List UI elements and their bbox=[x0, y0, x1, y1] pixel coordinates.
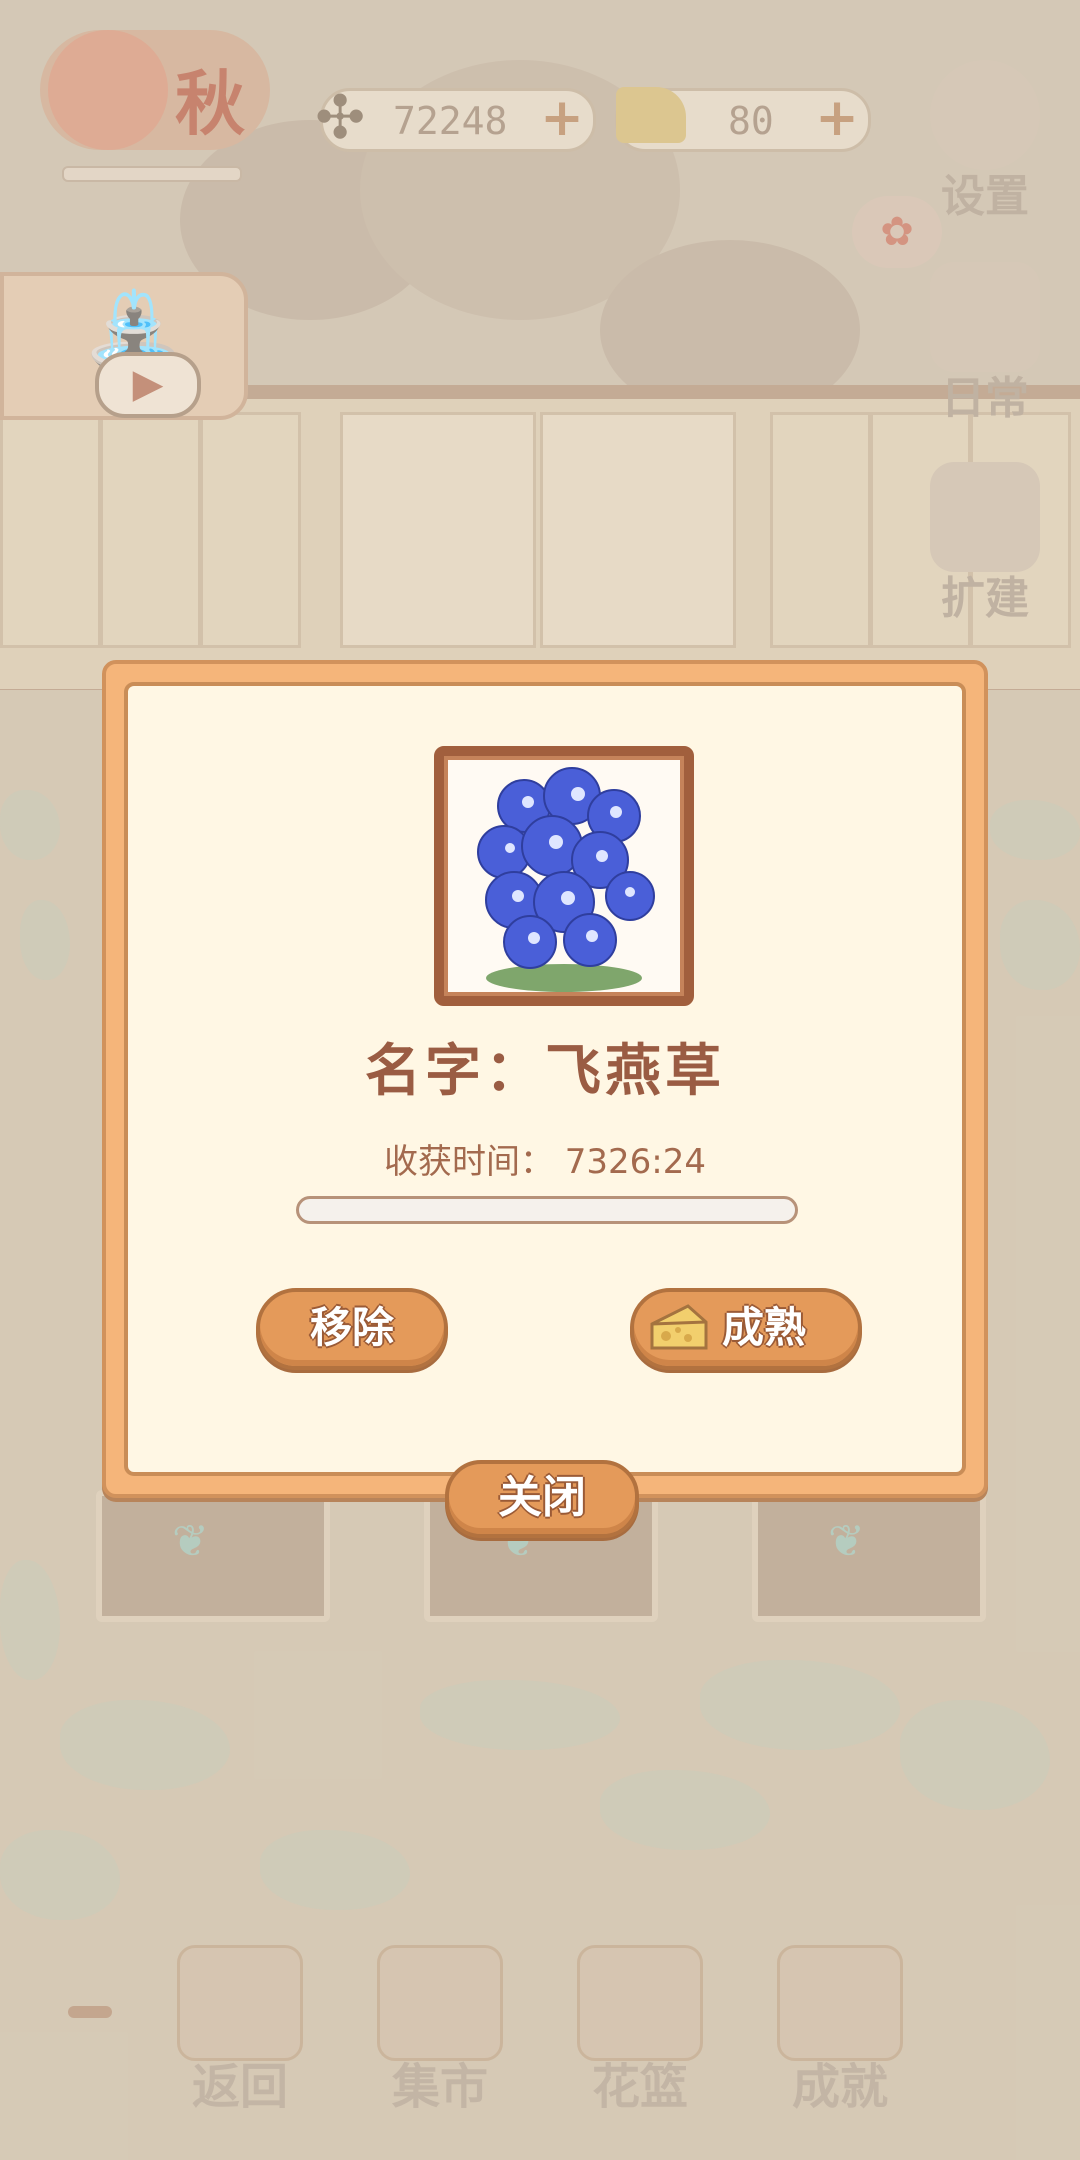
nav-flower-basket-label: 花篮 bbox=[591, 2059, 688, 2115]
nav-achievements-label: 成就 bbox=[791, 2059, 888, 2115]
season-indicator[interactable]: 秋 bbox=[40, 30, 270, 150]
daily-label: 日常 bbox=[941, 373, 1029, 424]
expand-button[interactable]: 扩建 bbox=[910, 462, 1060, 626]
cheese-currency: 80 + bbox=[615, 87, 871, 152]
cheese-icon bbox=[650, 1304, 708, 1350]
settings-button[interactable]: 设置 bbox=[910, 60, 1060, 224]
add-fish-button[interactable]: + bbox=[537, 92, 587, 145]
flower-info-dialog: 名字：飞燕草 收获时间： 7326:24 移除 成熟 bbox=[102, 660, 988, 1498]
flower-image-frame bbox=[434, 746, 694, 1006]
market-stall-icon bbox=[377, 1945, 503, 2061]
harvest-time: 收获时间： 7326:24 bbox=[383, 1142, 707, 1182]
fish-bone-icon: ✣ bbox=[315, 83, 366, 153]
remove-label: 移除 bbox=[309, 1303, 394, 1352]
daily-button[interactable]: 日常 bbox=[910, 262, 1060, 426]
autumn-tree-icon bbox=[48, 30, 168, 150]
add-cheese-button[interactable]: + bbox=[812, 92, 862, 145]
ripen-button[interactable]: 成熟 bbox=[630, 1288, 862, 1370]
window-icon bbox=[177, 1945, 303, 2061]
fish-count: 72248 bbox=[393, 99, 508, 143]
nav-market[interactable]: 集市 bbox=[370, 1945, 510, 2117]
petal-bubble-icon[interactable]: ✿ bbox=[852, 196, 942, 268]
delphinium-flower-image bbox=[477, 767, 655, 992]
hammer-icon bbox=[930, 462, 1040, 572]
flower-basket-icon bbox=[577, 1945, 703, 2061]
page-indicator bbox=[68, 2006, 112, 2018]
gear-icon bbox=[930, 60, 1040, 170]
season-progress-bar bbox=[62, 166, 242, 182]
growth-progress-bar bbox=[296, 1196, 798, 1224]
memo-icon bbox=[930, 262, 1040, 372]
flower-name: 名字：飞燕草 bbox=[365, 1039, 725, 1104]
remove-button[interactable]: 移除 bbox=[256, 1288, 448, 1370]
expand-label: 扩建 bbox=[941, 573, 1029, 624]
nav-achievements[interactable]: 成就 bbox=[770, 1945, 910, 2117]
ripen-label: 成熟 bbox=[722, 1303, 807, 1352]
cheese-count: 80 bbox=[728, 99, 774, 143]
season-label: 秋 bbox=[175, 63, 245, 145]
nav-market-label: 集市 bbox=[391, 2059, 488, 2115]
nav-back[interactable]: 返回 bbox=[170, 1945, 310, 2117]
nav-flower-basket[interactable]: 花篮 bbox=[570, 1945, 710, 2117]
trophy-icon bbox=[777, 1945, 903, 2061]
dialog-content: 名字：飞燕草 收获时间： 7326:24 移除 成熟 bbox=[124, 682, 966, 1476]
close-button[interactable]: 关闭 bbox=[445, 1460, 639, 1538]
play-video-button[interactable]: ▶ bbox=[95, 352, 201, 418]
nav-back-label: 返回 bbox=[191, 2059, 288, 2115]
cheese-icon bbox=[616, 87, 686, 143]
close-label: 关闭 bbox=[498, 1472, 586, 1523]
fish-currency: ✣ 72248 + bbox=[315, 83, 596, 153]
